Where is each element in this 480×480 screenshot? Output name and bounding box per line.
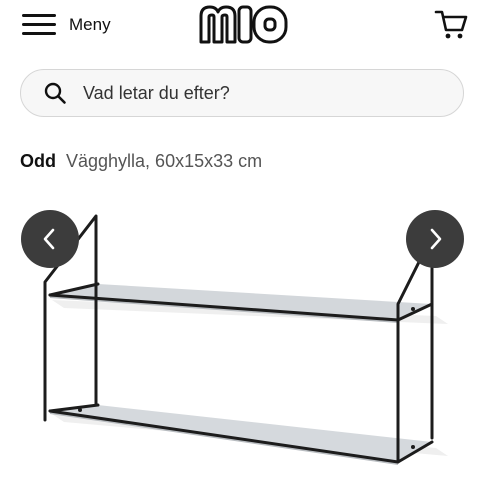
search-bar[interactable] xyxy=(20,69,464,117)
hamburger-icon[interactable] xyxy=(22,13,56,37)
product-brand[interactable]: Odd xyxy=(20,151,56,171)
menu-label[interactable]: Meny xyxy=(69,15,111,35)
cart-icon[interactable] xyxy=(434,8,468,40)
search-input[interactable] xyxy=(81,81,425,105)
chevron-right-icon[interactable] xyxy=(425,227,445,251)
menu-button[interactable]: Meny xyxy=(22,11,111,39)
carousel-next-button[interactable] xyxy=(406,210,464,268)
product-title: Odd Vägghylla, 60x15x33 cm xyxy=(20,151,262,172)
chevron-left-icon[interactable] xyxy=(40,227,60,251)
product-name: Vägghylla, 60x15x33 cm xyxy=(66,151,263,171)
carousel-prev-button[interactable] xyxy=(21,210,79,268)
site-header: Meny xyxy=(0,0,480,52)
mio-logo[interactable] xyxy=(197,3,289,45)
search-icon[interactable] xyxy=(43,81,67,105)
